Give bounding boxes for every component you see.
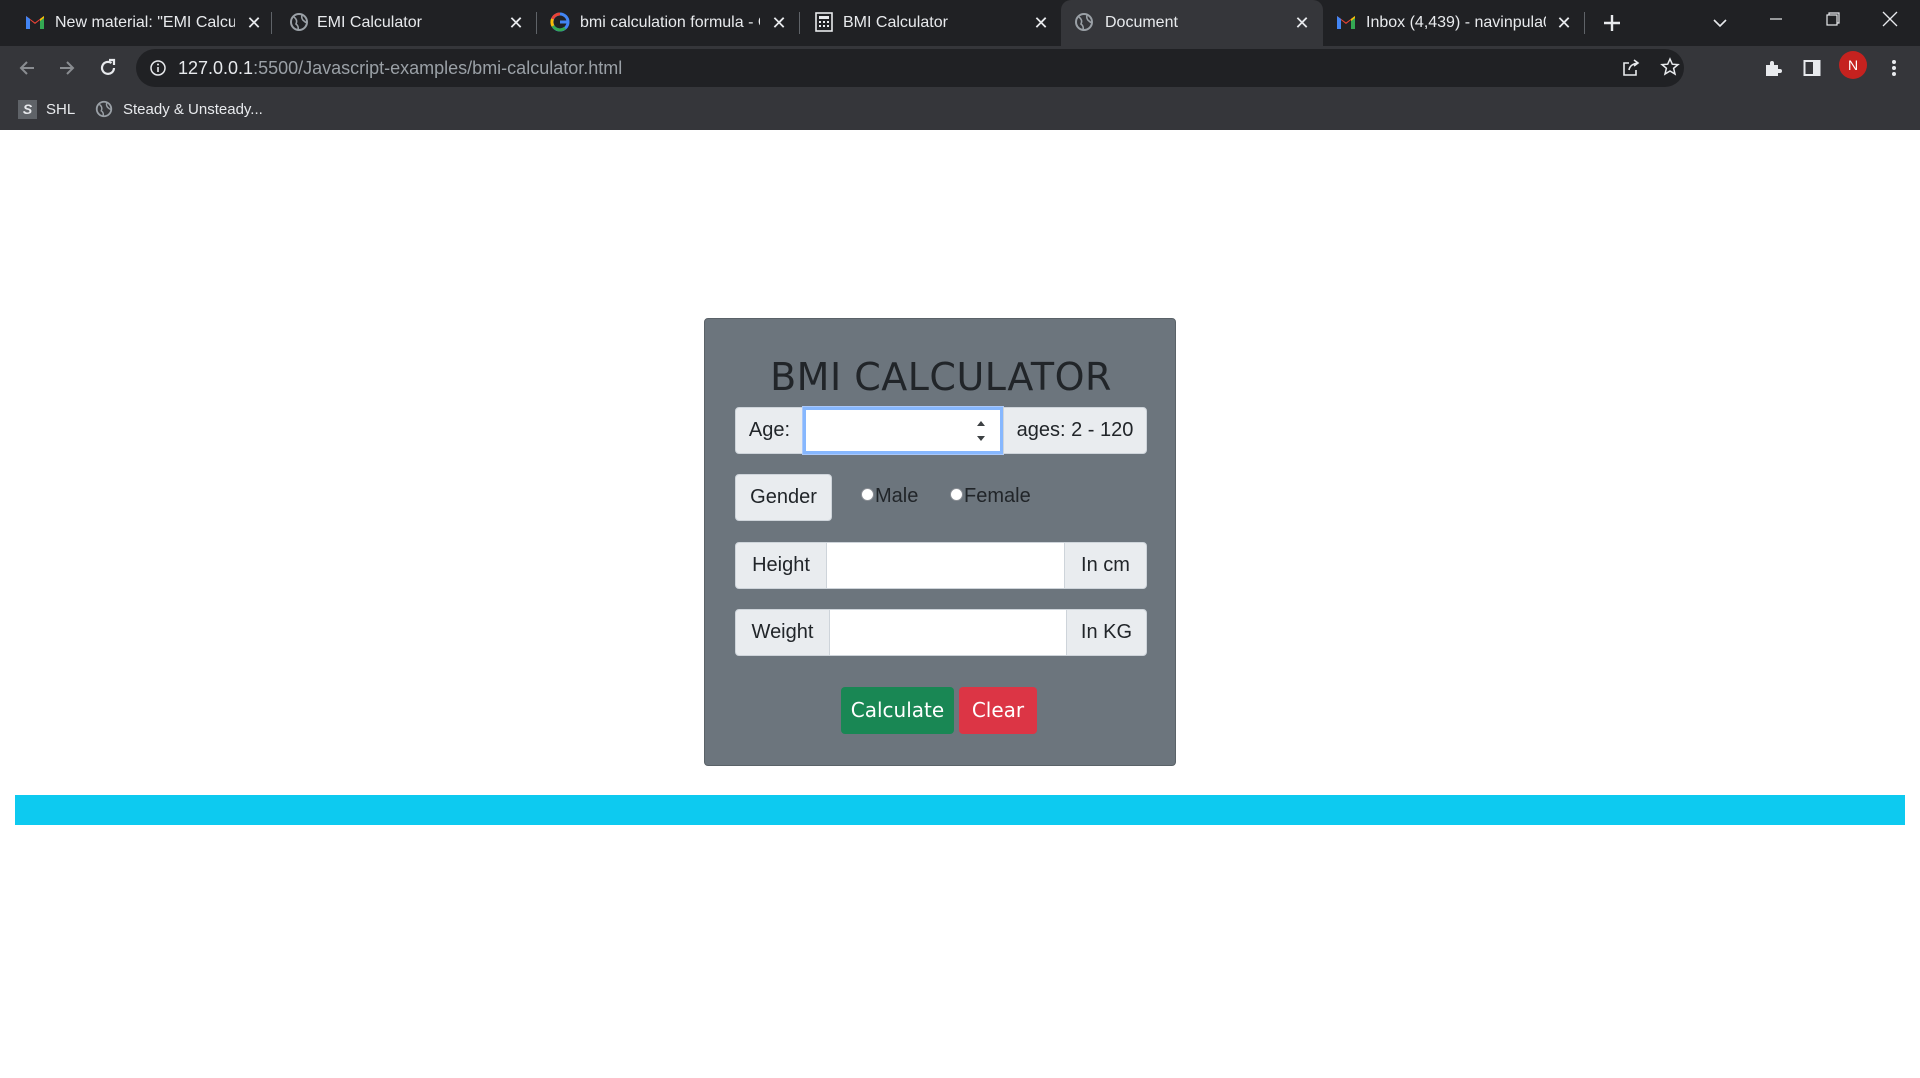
tab-bmi-calculator[interactable]: BMI Calculator ✕ <box>800 0 1060 46</box>
reload-button[interactable] <box>91 51 125 85</box>
tab-title: bmi calculation formula - G <box>580 14 760 31</box>
tab-google-search[interactable]: bmi calculation formula - G ✕ <box>537 0 799 46</box>
close-icon[interactable]: ✕ <box>1031 13 1051 33</box>
tab-strip: New material: "EMI Calculat ✕ EMI Calcul… <box>0 0 1920 46</box>
close-icon[interactable]: ✕ <box>1554 13 1574 33</box>
tab-search-button[interactable] <box>1705 8 1735 38</box>
tab-title: Inbox (4,439) - navinpula07 <box>1366 14 1546 31</box>
bookmark-label: SHL <box>46 100 76 118</box>
weight-label: Weight <box>735 609 830 656</box>
globe-icon <box>290 13 308 31</box>
weight-unit: In KG <box>1066 609 1147 656</box>
gender-option-male[interactable]: Male <box>861 485 918 508</box>
menu-button[interactable] <box>1877 51 1911 85</box>
more-vert-icon <box>1892 60 1896 76</box>
height-unit: In cm <box>1064 542 1147 589</box>
tab-separator <box>1584 12 1585 34</box>
shl-icon: S <box>18 99 37 119</box>
height-label: Height <box>735 542 827 589</box>
tab-document[interactable]: Document ✕ <box>1061 0 1323 46</box>
globe-icon <box>95 100 113 118</box>
age-label: Age: <box>735 407 804 454</box>
tab-title: Document <box>1105 14 1178 31</box>
chevron-down-icon[interactable] <box>976 435 986 442</box>
bmi-calculator-card: BMI CALCULATOR Age: ages: 2 - 120 Gender… <box>704 318 1176 766</box>
url-text: 127.0.0.1:5500/Javascript-examples/bmi-c… <box>178 57 622 79</box>
page-viewport: BMI CALCULATOR Age: ages: 2 - 120 Gender… <box>0 130 1920 1078</box>
chevron-down-icon <box>1713 19 1727 28</box>
globe-icon <box>1075 13 1093 31</box>
side-panel-icon <box>1803 60 1821 76</box>
arrow-right-icon <box>60 61 75 75</box>
height-input[interactable] <box>827 543 1064 588</box>
close-icon[interactable]: ✕ <box>769 13 789 33</box>
clear-button[interactable]: Clear <box>959 687 1037 734</box>
close-icon <box>1882 11 1898 27</box>
info-icon[interactable] <box>149 59 167 77</box>
male-label: Male <box>875 485 919 507</box>
tab-title: BMI Calculator <box>843 14 948 31</box>
forward-button[interactable] <box>50 51 84 85</box>
result-bar <box>15 795 1905 825</box>
bookmark-label: Steady & Unsteady... <box>123 100 263 118</box>
age-hint: ages: 2 - 120 <box>1003 407 1147 454</box>
minimize-button[interactable] <box>1760 3 1792 35</box>
tab-emi-calculator[interactable]: EMI Calculator ✕ <box>272 0 534 46</box>
tab-title: EMI Calculator <box>317 14 422 31</box>
calculator-icon <box>815 12 833 32</box>
window-close-button[interactable] <box>1874 3 1906 35</box>
bookmark-steady-unsteady[interactable]: Steady & Unsteady... <box>94 94 263 124</box>
profile-avatar[interactable]: N <box>1839 51 1867 79</box>
weight-input[interactable] <box>830 610 1066 655</box>
chevron-up-icon[interactable] <box>976 420 986 427</box>
gender-label: Gender <box>735 474 832 521</box>
arrow-left-icon <box>19 61 34 75</box>
bookmark-shl[interactable]: S SHL <box>18 94 75 124</box>
close-icon[interactable]: ✕ <box>244 13 264 33</box>
female-label: Female <box>964 485 1031 507</box>
plus-icon <box>1604 15 1620 31</box>
female-radio[interactable] <box>950 488 963 501</box>
close-icon[interactable]: ✕ <box>1292 13 1312 33</box>
gmail-icon <box>26 16 44 29</box>
address-bar[interactable]: 127.0.0.1:5500/Javascript-examples/bmi-c… <box>136 49 1684 87</box>
google-icon <box>550 12 570 32</box>
close-icon[interactable]: ✕ <box>506 13 526 33</box>
tab-gmail-material[interactable]: New material: "EMI Calculat ✕ <box>0 0 266 46</box>
puzzle-icon <box>1766 61 1782 76</box>
reload-icon <box>100 58 116 75</box>
age-input[interactable] <box>806 410 1000 451</box>
weight-field[interactable] <box>829 609 1067 656</box>
extensions-button[interactable] <box>1756 51 1790 85</box>
age-field[interactable] <box>803 407 1003 454</box>
tab-gmail-inbox[interactable]: Inbox (4,439) - navinpula07 ✕ <box>1324 0 1586 46</box>
height-field[interactable] <box>826 542 1065 589</box>
male-radio[interactable] <box>861 488 874 501</box>
url-path: :5500/Javascript-examples/bmi-calculator… <box>253 58 623 78</box>
star-icon[interactable] <box>1660 57 1680 77</box>
minimize-icon <box>1770 18 1782 20</box>
back-button[interactable] <box>10 51 44 85</box>
restore-icon <box>1826 12 1840 26</box>
url-host: 127.0.0.1 <box>178 58 254 78</box>
tab-title: New material: "EMI Calculat <box>55 14 235 31</box>
side-panel-button[interactable] <box>1795 51 1829 85</box>
gender-option-female[interactable]: Female <box>950 485 1031 508</box>
age-stepper[interactable] <box>976 420 986 442</box>
page-title: BMI CALCULATOR <box>770 355 1112 399</box>
browser-toolbar: 127.0.0.1:5500/Javascript-examples/bmi-c… <box>0 46 1920 130</box>
calculate-button[interactable]: Calculate <box>841 687 954 734</box>
share-icon[interactable] <box>1621 58 1641 78</box>
restore-button[interactable] <box>1817 3 1849 35</box>
gmail-icon <box>1337 16 1355 29</box>
new-tab-button[interactable] <box>1597 8 1627 38</box>
